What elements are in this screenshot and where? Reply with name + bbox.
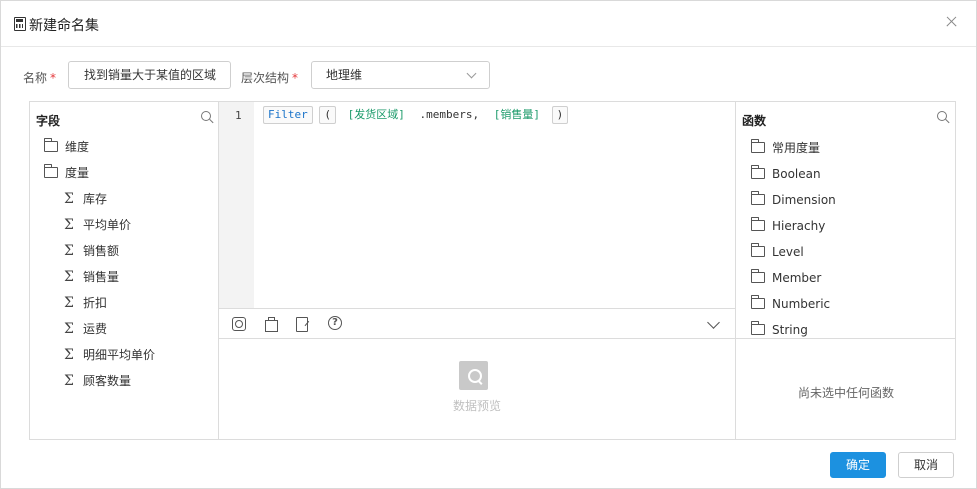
sigma-icon: Σ (64, 269, 74, 285)
named-set-dialog: 新建命名集 名称 * 找到销量大于某值的区域 层次结构 * 地理维 字段 维度 度量… (0, 0, 977, 489)
line-number: 1 (235, 109, 242, 122)
search-icon[interactable] (937, 111, 950, 124)
folder-icon (750, 165, 765, 179)
folder-icon (750, 295, 765, 309)
hierarchy-select[interactable]: 地理维 (311, 61, 490, 89)
sigma-icon: Σ (64, 347, 74, 363)
editor-toolbar: ? (219, 309, 735, 339)
hierarchy-value: 地理维 (326, 68, 363, 82)
close-icon[interactable] (942, 12, 962, 32)
dialog-title-bar: 新建命名集 (1, 1, 976, 47)
cancel-button[interactable]: 取消 (898, 452, 954, 478)
sigma-icon: Σ (64, 191, 74, 207)
form-row: 名称 * 找到销量大于某值的区域 层次结构 * 地理维 (1, 61, 976, 91)
folder-icon (43, 138, 58, 152)
chevron-down-icon (466, 68, 477, 79)
token-members[interactable]: .members, (417, 106, 483, 124)
name-label: 名称 * (23, 71, 57, 85)
expression-editor[interactable]: 1 Filter ( [发货区域] .members, [销售量] ) (219, 102, 735, 309)
functions-list[interactable]: 函数 常用度量 Boolean Dimension Hierachy Level… (736, 102, 956, 339)
sigma-icon: Σ (64, 217, 74, 233)
folder-icon (750, 191, 765, 205)
name-input[interactable]: 找到销量大于某值的区域 (68, 61, 231, 89)
sigma-icon: Σ (64, 295, 74, 311)
briefcase-icon[interactable] (263, 316, 279, 332)
fields-panel-title: 字段 (36, 114, 61, 128)
folder-icon (750, 217, 765, 231)
edit-check-icon[interactable] (295, 316, 311, 332)
token-function[interactable]: Filter (263, 106, 313, 124)
folder-icon (750, 139, 765, 153)
sigma-icon: Σ (64, 373, 74, 389)
data-preview-icon (459, 361, 488, 390)
folder-icon (750, 321, 765, 335)
calculator-icon (14, 17, 26, 31)
folder-icon (750, 243, 765, 257)
data-preview: 数据预览 (219, 339, 735, 439)
token-dimension[interactable]: [发货区域] (343, 106, 410, 124)
token-paren-open[interactable]: ( (319, 106, 336, 124)
folder-open-icon (43, 164, 58, 178)
sigma-icon: Σ (64, 243, 74, 259)
help-icon[interactable]: ? (328, 316, 342, 330)
dialog-title: 新建命名集 (29, 18, 99, 34)
ok-button[interactable]: 确定 (830, 452, 886, 478)
code-line[interactable]: Filter ( [发货区域] .members, [销售量] ) (263, 106, 569, 126)
line-gutter: 1 (219, 102, 254, 308)
search-icon[interactable] (201, 111, 214, 124)
required-mark: * (292, 71, 299, 85)
functions-panel-title: 函数 (742, 114, 767, 128)
zoom-preview-icon[interactable] (231, 316, 247, 332)
chevron-down-icon[interactable] (707, 316, 720, 329)
token-paren-close[interactable]: ) (551, 106, 569, 124)
folder-icon (750, 269, 765, 283)
functions-panel: 函数 常用度量 Boolean Dimension Hierachy Level… (735, 102, 956, 439)
sigma-icon: Σ (64, 321, 74, 337)
required-mark: * (50, 71, 57, 85)
hierarchy-label: 层次结构 * (241, 71, 299, 85)
editor-panels: 字段 维度 度量 Σ 库存 Σ 平均单价 Σ 销售额 Σ 销售量 Σ 折扣 Σ … (29, 101, 956, 440)
data-preview-label: 数据预览 (452, 399, 501, 413)
token-measure[interactable]: [销售量] (489, 106, 545, 124)
function-description-empty: 尚未选中任何函数 (797, 386, 894, 400)
fields-panel: 字段 维度 度量 Σ 库存 Σ 平均单价 Σ 销售额 Σ 销售量 Σ 折扣 Σ … (30, 102, 219, 439)
